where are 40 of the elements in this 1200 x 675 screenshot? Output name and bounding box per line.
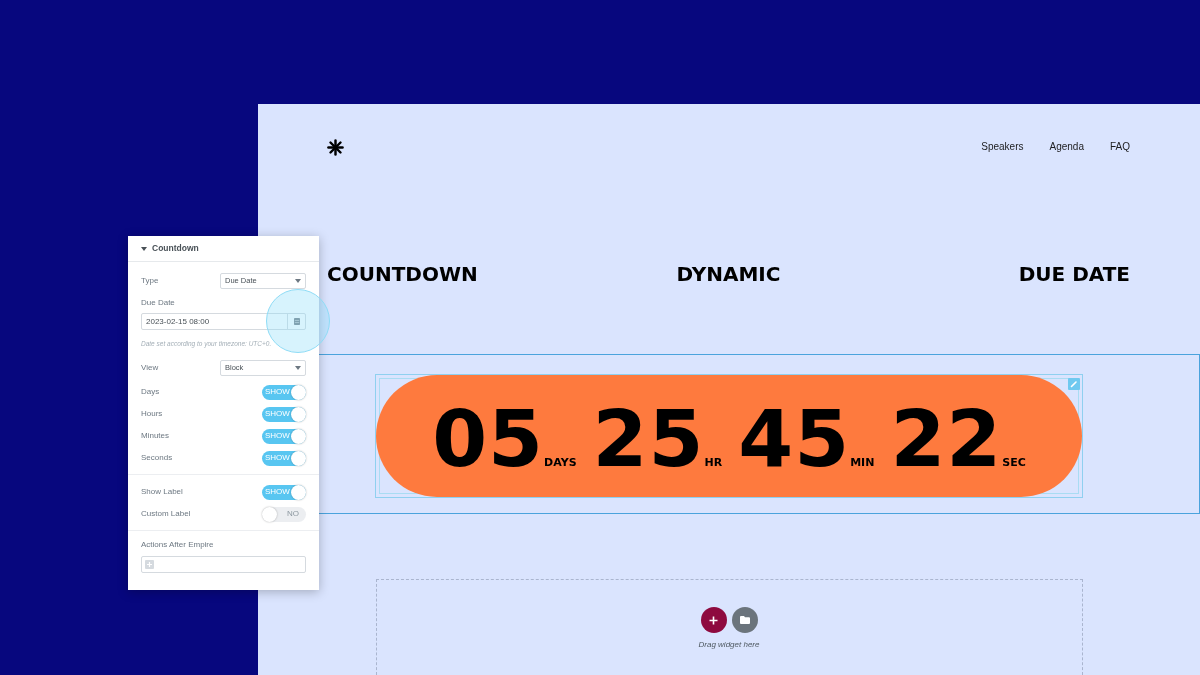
actions-field[interactable] [141,556,306,573]
field-label: Hours [141,410,163,418]
heading: DUE DATE [1018,264,1130,284]
nav-link[interactable]: FAQ [1110,142,1130,152]
caret-down-icon [141,246,147,251]
drop-hint: Drag widget here [698,641,760,649]
asterisk-logo [327,138,344,156]
heading: DYNAMIC [676,264,781,284]
plus-icon [709,615,718,625]
field-label: Custom Label [141,510,191,518]
nav-link[interactable]: Speakers [981,142,1024,152]
heading: COUNTDOWN [327,264,478,284]
field-label: Due Date [141,299,175,307]
field-label: Seconds [141,454,173,462]
folder-icon [739,616,750,624]
countdown-unit: DAYS [544,456,577,468]
countdown-number: 45 [738,399,851,479]
panel-header[interactable]: Countdown [128,236,319,262]
countdown-unit: HR [704,456,723,468]
field-label: View [141,364,159,372]
countdown-number: 22 [890,399,1003,479]
add-icon [145,560,154,569]
countdown-unit: SEC [1002,456,1026,468]
field-label: Show Label [141,488,183,496]
field-label: Days [141,388,160,396]
add-button[interactable] [700,607,727,633]
countdown-number: 25 [592,399,705,479]
field-label: Actions After Empire [141,541,214,549]
date-field[interactable]: 2023-02-15 08:00 [141,313,306,330]
folder-button[interactable] [731,607,758,633]
caret-down-icon [295,279,301,283]
field-label: Minutes [141,432,169,440]
countdown-unit: MIN [850,456,875,468]
countdown-widget[interactable]: 05 DAYS 25 HR 45 MIN 22 SEC [375,374,1083,498]
pencil-icon[interactable] [1068,378,1080,390]
caret-down-icon [295,366,301,370]
calendar-icon [293,318,300,325]
nav-link[interactable]: Agenda [1049,142,1084,152]
field-label: Type [141,277,159,285]
countdown-number: 05 [432,399,545,479]
